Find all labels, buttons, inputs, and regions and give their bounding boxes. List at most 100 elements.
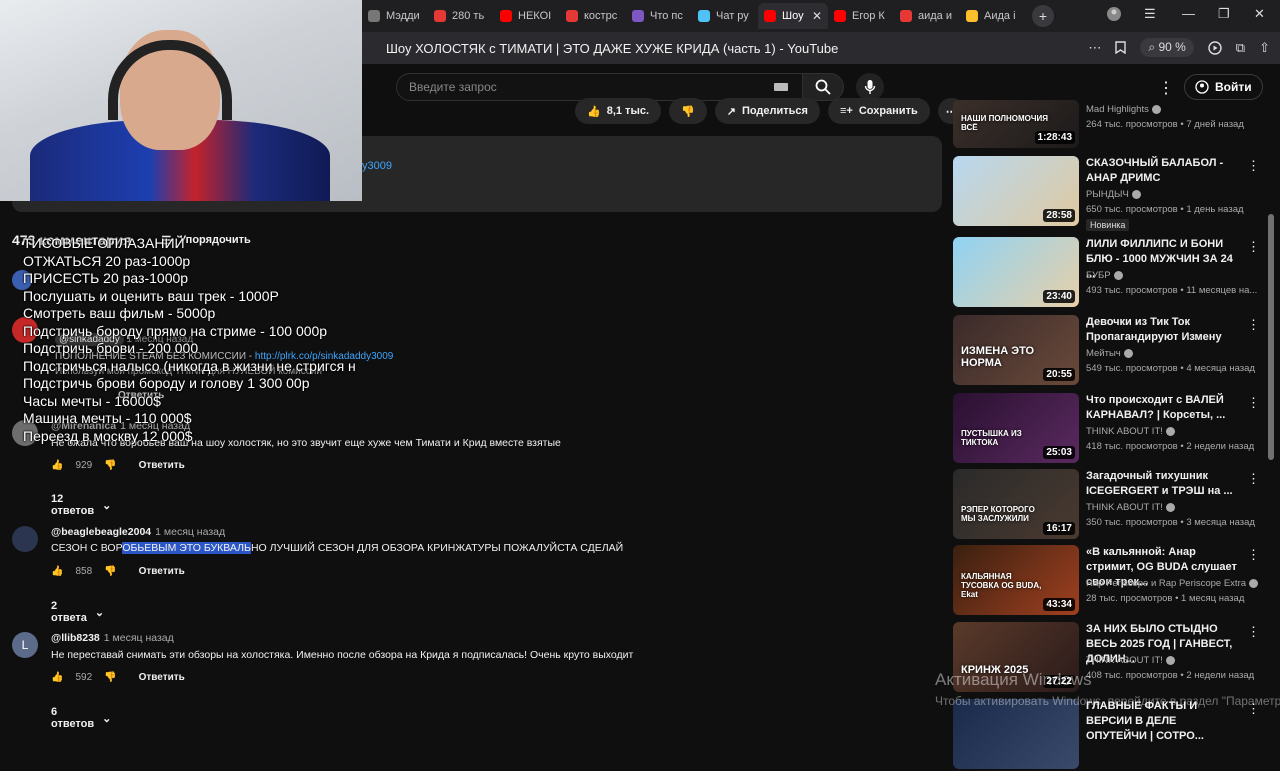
video-menu-icon[interactable]: ⋮ <box>1247 395 1260 411</box>
browser-tab[interactable]: кострс <box>560 3 626 29</box>
video-menu-icon[interactable]: ⋮ <box>1247 471 1260 487</box>
browser-tab[interactable]: Егор К <box>828 3 894 29</box>
search-button[interactable] <box>802 73 844 101</box>
comment-text: Не переставай снимать эти обзоры на холо… <box>51 649 634 661</box>
comment-avatar[interactable]: L <box>12 632 38 658</box>
browser-tab[interactable]: Что пс <box>626 3 692 29</box>
reply-button[interactable]: Ответить <box>139 566 185 577</box>
recommended-video[interactable]: 23:40 ЛИЛИ ФИЛЛИПС И БОНИ БЛЮ - 1000 МУЖЧ… <box>953 237 1263 309</box>
video-thumbnail[interactable]: РЭПЕР КОТОРОГО МЫ ЗАСЛУЖИЛИ 16:17 <box>953 469 1079 539</box>
zoom-indicator[interactable]: ⌕ 90 % <box>1140 38 1194 57</box>
channel-name[interactable]: БУБР <box>1086 270 1123 281</box>
headphones-icon <box>108 40 232 120</box>
replies-count: 2 ответа <box>51 600 87 624</box>
share-button[interactable]: ↗ Поделиться <box>714 98 820 124</box>
browser-tab[interactable]: Шоу ✕ <box>758 3 828 29</box>
thumbs-up-icon[interactable]: 👍 <box>51 460 63 471</box>
like-button[interactable]: 👍 8,1 тыс. <box>575 98 662 124</box>
page-title[interactable]: Шоу ХОЛОСТЯК с ТИМАТИ | ЭТО ДАЖЕ ХУЖЕ КР… <box>386 41 838 56</box>
settings-dots-icon[interactable]: ⋮ <box>1158 78 1174 98</box>
video-menu-icon[interactable]: ⋮ <box>1247 239 1260 255</box>
microphone-icon <box>864 80 876 94</box>
overlay-line: Смотреть ваш фильм - 5000р <box>23 305 216 321</box>
reply-button[interactable]: Ответить <box>139 672 185 683</box>
new-tab-button[interactable]: + <box>1032 5 1054 27</box>
save-button[interactable]: ≡+ Сохранить <box>827 98 930 124</box>
browser-tab[interactable]: Чат ру <box>692 3 758 29</box>
author-handle: @beaglebeagle2004 <box>51 526 152 538</box>
keyboard-icon[interactable] <box>774 83 788 91</box>
video-menu-icon[interactable]: ⋮ <box>1247 547 1260 563</box>
tab-close-icon[interactable]: ✕ <box>812 9 822 23</box>
thumbs-down-icon[interactable]: 👎 <box>104 672 116 683</box>
channel-name[interactable]: РЫНДЫЧ <box>1086 189 1141 200</box>
thumbs-down-icon[interactable]: 👎 <box>104 566 116 577</box>
thumbs-up-icon[interactable]: 👍 <box>51 672 63 683</box>
minimize-icon[interactable]: — <box>1182 6 1195 21</box>
video-title[interactable]: СКАЗОЧНЫЙ БАЛАБОЛ - АНАР ДРИМС <box>1086 156 1238 186</box>
restore-icon[interactable]: ❐ <box>1218 6 1230 22</box>
chevron-down-icon: ⌄ <box>94 606 105 619</box>
browser-tab[interactable]: 280 ть <box>428 3 494 29</box>
share-page-icon[interactable]: ⇧ <box>1259 40 1270 56</box>
channel-name[interactable]: Rap Periscope и Rap Periscope Extra <box>1086 578 1259 589</box>
dislike-button[interactable]: 👎 <box>669 98 707 124</box>
thumbs-up-icon[interactable]: 👍 <box>51 566 63 577</box>
video-thumbnail[interactable]: 23:40 <box>953 237 1079 307</box>
thumbs-down-icon[interactable]: 👎 <box>104 460 116 471</box>
video-title[interactable]: Загадочный тихушник ICEGERGERT и ТРЭШ на… <box>1086 469 1238 499</box>
channel-name[interactable]: THINK ABOUT IT! <box>1086 426 1175 437</box>
video-thumbnail[interactable]: ИЗМЕНА ЭТО НОРМА 20:55 <box>953 315 1079 385</box>
video-menu-icon[interactable]: ⋮ <box>1247 624 1260 640</box>
more-dots-icon[interactable]: ⋯ <box>1088 40 1101 56</box>
replies-toggle[interactable]: 12 ответов ⌄ <box>51 493 111 517</box>
search-input[interactable]: Введите запрос <box>396 73 804 101</box>
browser-tab[interactable]: Мэдди <box>362 3 428 29</box>
extensions-icon[interactable]: ⧉ <box>1236 40 1245 56</box>
video-thumbnail[interactable]: 28:58 <box>953 156 1079 226</box>
sidebar-scrollbar[interactable] <box>1268 214 1274 460</box>
video-duration: 28:58 <box>1043 209 1075 222</box>
video-menu-icon[interactable]: ⋮ <box>1247 317 1260 333</box>
comment-avatar[interactable] <box>12 526 38 552</box>
video-title[interactable]: Девочки из Тик Ток Пропагандируют Измену <box>1086 315 1238 345</box>
tab-favicon-icon <box>632 10 644 22</box>
channel-name[interactable]: Мейтыч <box>1086 348 1133 359</box>
reply-button[interactable]: Ответить <box>139 460 185 471</box>
replies-toggle[interactable]: 2 ответа ⌄ <box>51 600 104 624</box>
bookmark-icon[interactable] <box>1115 41 1127 54</box>
description-link[interactable]: y3009 <box>362 160 392 172</box>
profile-icon[interactable] <box>1106 6 1122 22</box>
browser-tab[interactable]: НЕКОІ <box>494 3 560 29</box>
channel-name[interactable]: THINK ABOUT IT! <box>1086 502 1175 513</box>
windows-activation-title: Активация Windows <box>935 670 1092 689</box>
comment-author[interactable]: @llib8238 1 месяц назад <box>51 632 174 644</box>
video-thumbnail[interactable]: КАЛЬЯННАЯ ТУСОВКА OG BUDA, Ekat 43:34 <box>953 545 1079 615</box>
replies-toggle[interactable]: 6 ответов ⌄ <box>51 706 111 730</box>
video-thumbnail[interactable] <box>953 699 1079 769</box>
recommended-video[interactable]: КАЛЬЯННАЯ ТУСОВКА OG BUDA, Ekat 43:34 «В к… <box>953 545 1263 617</box>
browser-tab[interactable]: аида и <box>894 3 960 29</box>
tab-favicon-icon <box>834 10 846 22</box>
close-window-icon[interactable]: ✕ <box>1254 6 1265 22</box>
channel-name[interactable]: Mad Highlights <box>1086 104 1161 115</box>
channel-name[interactable]: THINK ABOUT IT! <box>1086 655 1175 666</box>
channel-name-text: Rap Periscope и Rap Periscope Extra <box>1086 578 1247 589</box>
save-label: Сохранить <box>858 105 918 117</box>
recommended-video[interactable]: ГЛАВНЫЕ ФАКТЫ И ВЕРСИИ В ДЕЛЕ ОПУТЕЙЧИ |… <box>953 699 1263 771</box>
recommended-video[interactable]: 28:58 СКАЗОЧНЫЙ БАЛАБОЛ - АНАР ДРИМС РЫНДЫ… <box>953 156 1263 231</box>
browser-menu-icon[interactable]: ☰ <box>1144 6 1156 22</box>
signin-button[interactable]: Войти <box>1184 74 1263 100</box>
video-thumbnail[interactable]: НАШИ ПОЛНОМОЧИЯ ВСЁ 1:28:43 <box>953 100 1079 148</box>
recommended-video[interactable]: ИЗМЕНА ЭТО НОРМА 20:55 Девочки из Тик Ток … <box>953 315 1263 387</box>
video-menu-icon[interactable]: ⋮ <box>1247 158 1260 174</box>
recommended-video[interactable]: ПУСТЫШКА ИЗ ТИКТОКА 25:03 Что происходит с… <box>953 393 1263 465</box>
video-thumbnail[interactable]: ПУСТЫШКА ИЗ ТИКТОКА 25:03 <box>953 393 1079 463</box>
video-meta: 28 тыс. просмотров • 1 месяц назад <box>1086 593 1245 604</box>
comment-author[interactable]: @beaglebeagle2004 1 месяц назад <box>51 526 225 538</box>
recommended-video[interactable]: РЭПЕР КОТОРОГО МЫ ЗАСЛУЖИЛИ 16:17 Загадочн… <box>953 469 1263 541</box>
voice-search-button[interactable] <box>856 73 884 101</box>
video-title[interactable]: Что происходит с ВАЛЕЙ КАРНАВАЛ? | Корсе… <box>1086 393 1238 423</box>
browser-tab[interactable]: Аида і <box>960 3 1026 29</box>
media-icon[interactable] <box>1208 40 1222 55</box>
